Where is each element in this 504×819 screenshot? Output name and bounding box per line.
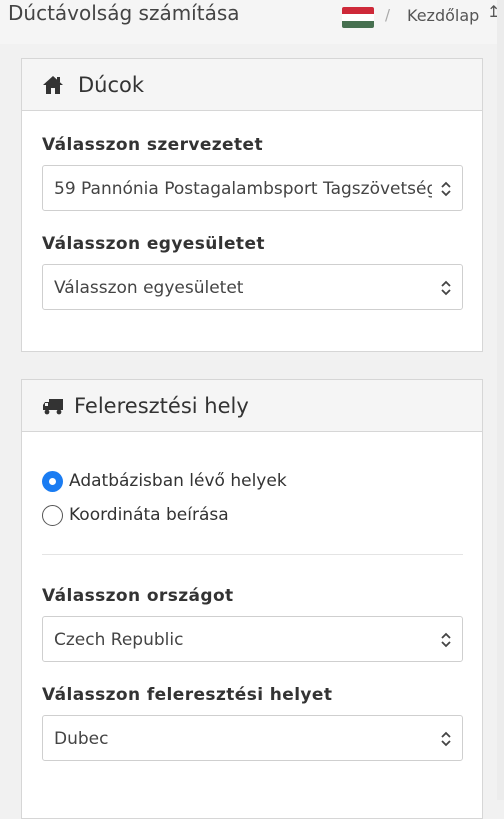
release-panel: Feleresztési hely Adatbázisban lévő hely… xyxy=(21,379,483,819)
release-panel-header: Feleresztési hely xyxy=(22,380,482,432)
release-place-select-value: Dubec xyxy=(54,729,109,749)
top-bar: Dúctávolság számítása / Kezdőlap ↥ xyxy=(0,0,504,44)
scrollbar[interactable] xyxy=(497,0,504,800)
radio-unselected-icon[interactable] xyxy=(42,505,63,526)
breadcrumb-home-link[interactable]: Kezdőlap xyxy=(407,6,479,25)
release-panel-title: Feleresztési hely xyxy=(74,394,249,418)
country-select-value: Czech Republic xyxy=(54,630,184,650)
club-select-value: Válasszon egyesületet xyxy=(54,278,244,298)
ducok-panel: Dúcok Válasszon szervezetet 59 Pannónia … xyxy=(21,58,483,352)
breadcrumb-separator: / xyxy=(385,6,391,24)
org-select[interactable]: 59 Pannónia Postagalambsport Tagszövetsé… xyxy=(42,165,463,211)
truck-icon xyxy=(43,399,63,415)
club-select[interactable]: Válasszon egyesületet xyxy=(42,264,463,310)
country-select[interactable]: Czech Republic xyxy=(42,616,463,662)
page-title: Dúctávolság számítása xyxy=(8,1,240,25)
org-select-value: 59 Pannónia Postagalambsport Tagszövetsé… xyxy=(54,179,432,199)
chevron-up-down-icon xyxy=(441,181,451,197)
chevron-up-down-icon xyxy=(441,632,451,648)
chevron-up-down-icon xyxy=(441,731,451,747)
org-label: Válasszon szervezetet xyxy=(42,135,263,155)
radio-coordinates-label: Koordináta beírása xyxy=(69,505,229,525)
release-place-label: Válasszon feleresztési helyet xyxy=(42,685,333,705)
ducok-panel-title: Dúcok xyxy=(78,73,145,97)
divider xyxy=(42,554,463,555)
hungary-flag-icon[interactable] xyxy=(342,7,374,28)
radio-selected-icon[interactable] xyxy=(42,471,63,492)
ducok-panel-header: Dúcok xyxy=(22,59,482,111)
release-place-select[interactable]: Dubec xyxy=(42,715,463,761)
club-label: Válasszon egyesületet xyxy=(42,234,265,254)
chevron-up-down-icon xyxy=(441,280,451,296)
radio-database-label: Adatbázisban lévő helyek xyxy=(69,471,287,491)
country-label: Válasszon országot xyxy=(42,586,234,606)
home-icon xyxy=(43,76,63,94)
